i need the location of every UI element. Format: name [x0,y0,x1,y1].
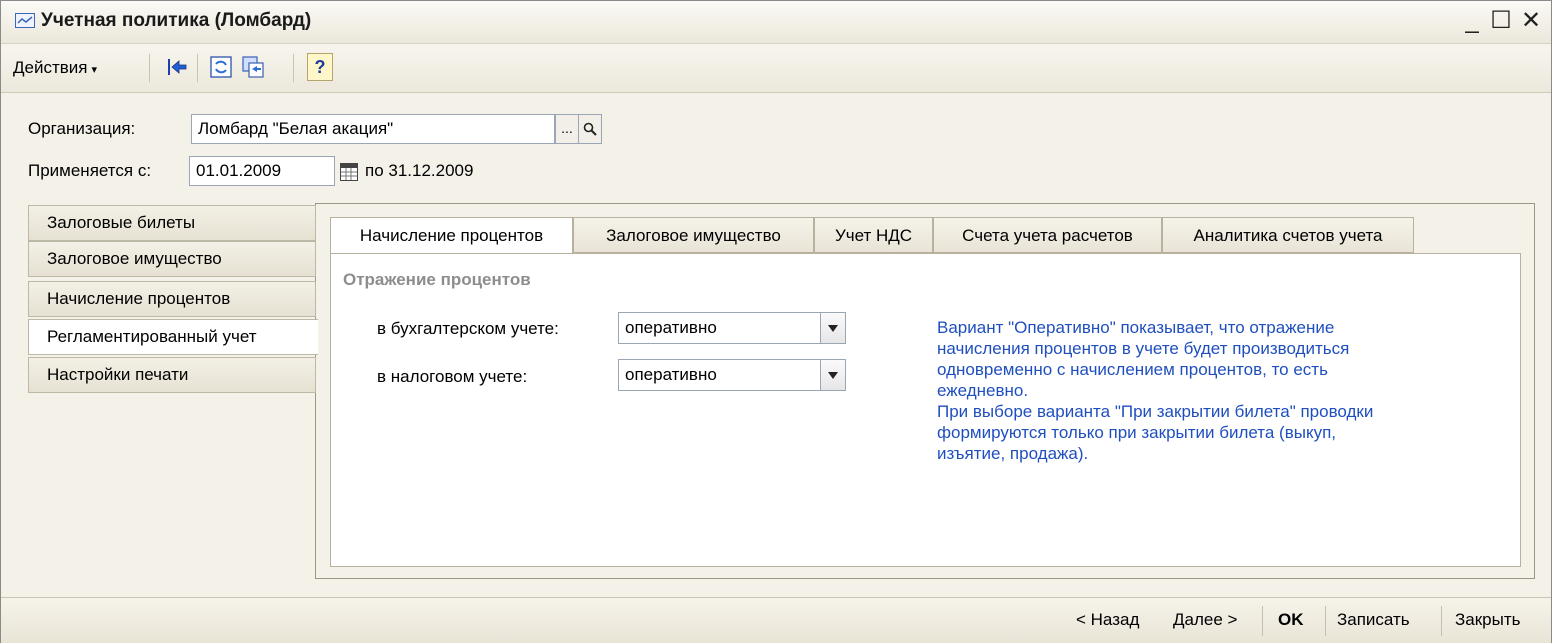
accounting-label: в бухгалтерском учете: [377,319,559,338]
tab-interest-accrual[interactable]: Начисление процентов [330,217,573,254]
button-divider [1262,606,1263,636]
save-button[interactable]: Записать [1337,610,1410,630]
left-tab-print-settings[interactable]: Настройки печати [28,357,316,393]
bottom-button-bar: < Назад Далее > OK Записать Закрыть [1,597,1551,643]
search-icon[interactable] [578,114,602,144]
accounting-mode-value: оперативно [625,318,717,337]
title-bar: Учетная политика (Ломбард) _ ☐ ✕ [1,1,1551,44]
tab-vat[interactable]: Учет НДС [814,217,933,253]
tab-settlement-accounts[interactable]: Счета учета расчетов [933,217,1162,253]
actions-menu-button[interactable]: Действия ▾ [13,58,97,78]
toolbar: Действия ▾ ? [1,44,1551,93]
chevron-down-icon[interactable] [820,360,845,390]
hint-line: формируются только при закрытии билета (… [937,423,1337,442]
help-icon[interactable]: ? [307,53,333,81]
applies-to-label: по 31.12.2009 [365,161,474,180]
hint-line: начисления процентов в учете будет произ… [937,339,1350,358]
hint-line: одновременно с начислением процентов, то… [937,360,1328,379]
select-organization-button[interactable]: ... [555,114,579,144]
button-divider [1441,606,1442,636]
tax-mode-value: оперативно [625,365,717,384]
tab-pledged-property[interactable]: Залоговое имущество [573,217,814,253]
toolbar-divider [149,54,150,82]
back-arrow-icon[interactable] [165,55,189,79]
actions-label: Действия [13,58,88,77]
chevron-down-icon[interactable] [820,313,845,343]
calendar-icon[interactable] [340,163,358,181]
hint-text: Вариант "Оперативно" показывает, что отр… [937,317,1507,464]
refresh-icon[interactable] [209,55,233,79]
copy-icon[interactable] [241,55,265,79]
tax-mode-select[interactable]: оперативно [618,359,846,391]
section-title: Отражение процентов [343,270,531,289]
hint-line: ежедневно. [937,381,1029,400]
left-tab-regulated-accounting[interactable]: Регламентированный учет [28,319,318,355]
organization-label: Организация: [28,119,136,138]
chevron-down-icon: ▾ [91,64,98,76]
ok-button[interactable]: OK [1278,610,1304,630]
tab-account-analytics[interactable]: Аналитика счетов учета [1162,217,1414,253]
accounting-mode-select[interactable]: оперативно [618,312,846,344]
close-window-button[interactable]: ✕ [1518,7,1544,35]
applies-from-label: Применяется с: [28,161,152,180]
policy-window: Учетная политика (Ломбард) _ ☐ ✕ Действи… [0,0,1552,643]
window-title: Учетная политика (Ломбард) [41,10,312,31]
applies-from-date-field[interactable]: 01.01.2009 [189,156,335,186]
form-window-icon [15,13,35,28]
left-tab-interest-accrual[interactable]: Начисление процентов [28,281,316,317]
left-tab-pledged-property[interactable]: Залоговое имущество [28,241,316,277]
hint-line: При выборе варианта "При закрытии билета… [937,402,1374,421]
toolbar-divider [197,54,198,82]
left-tab-pledge-tickets[interactable]: Залоговые билеты [28,205,316,241]
next-button[interactable]: Далее > [1173,610,1237,630]
organization-field[interactable]: Ломбард "Белая акация" [191,114,555,144]
minimize-button[interactable]: _ [1459,7,1485,35]
tax-label: в налоговом учете: [377,367,528,386]
hint-line: изъятие, продажа). [937,444,1089,463]
button-divider [1325,606,1326,636]
hint-line: Вариант "Оперативно" показывает, что отр… [937,318,1335,337]
back-button[interactable]: < Назад [1076,610,1139,630]
toolbar-divider [293,54,294,82]
maximize-button[interactable]: ☐ [1488,7,1514,35]
close-button[interactable]: Закрыть [1455,610,1520,630]
